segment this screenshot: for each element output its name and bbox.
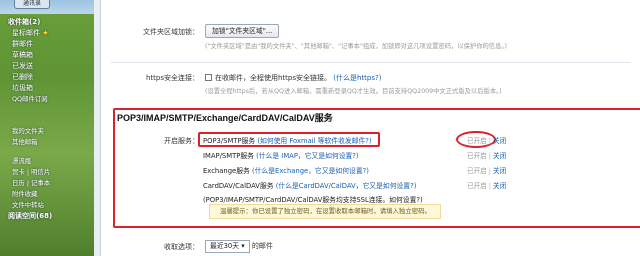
status-text: 已开启 xyxy=(467,167,487,175)
status-carddav: 已开启 | 关闭 xyxy=(467,182,507,190)
chevron-down-icon: ▾ xyxy=(241,242,245,250)
sidebar-item-label: 星标邮件 xyxy=(12,29,40,37)
close-link[interactable]: 关闭 xyxy=(493,167,506,175)
independent-password-tip: 温馨提示：你已设置了独立密码，在设置收取本邮箱时，请填入独立密码。 xyxy=(209,204,441,219)
service-name: POP3/SMTP服务 xyxy=(203,137,256,145)
service-help-link[interactable]: (什么是Exchange，它又是如何设置?) xyxy=(252,167,369,175)
close-link[interactable]: 关闭 xyxy=(493,182,506,190)
service-exchange: Exchange服务 (什么是Exchange，它又是如何设置?) xyxy=(203,165,369,175)
status-text: 已开启 xyxy=(467,152,487,160)
settings-panel: 文件夹区域加锁： 加锁"文件夹区域"... ("文件夹区域"是由"我的文件夹"、… xyxy=(100,0,640,256)
my-folder-list: 我的文件夹 其他邮箱 xyxy=(0,126,94,148)
sidebar-item-file-transfer[interactable]: 文件中转站 xyxy=(0,200,94,211)
service-help-link[interactable]: (什么是 IMAP，它又是如何设置?) xyxy=(256,152,358,160)
https-checkbox-text: 在收邮件，全程使用https安全链接。 xyxy=(215,74,332,82)
enable-service-label: 开启服务： xyxy=(164,137,199,145)
star-icon: ★ xyxy=(42,29,49,37)
sidebar-item-spam[interactable]: 垃圾箱 xyxy=(0,83,94,94)
service-name: CardDAV/CalDAV服务 xyxy=(203,182,274,190)
sidebar-item-subscriptions[interactable]: QQ邮件订阅 xyxy=(0,94,94,105)
service-imap: IMAP/SMTP服务 (什么是 IMAP，它又是如何设置?) xyxy=(203,150,359,160)
sidebar-item-drafts[interactable]: 草稿箱 xyxy=(0,50,94,61)
folder-lock-button[interactable]: 加锁"文件夹区域"... xyxy=(205,24,280,38)
service-help-link[interactable]: (什么是CardDAV/CalDAV，它又是如何设置?) xyxy=(276,182,417,190)
sidebar-item-group-mail[interactable]: 群邮件 xyxy=(0,39,94,50)
service-name: Exchange服务 xyxy=(203,167,250,175)
status-text: 已开启 xyxy=(467,182,487,190)
status-pop3: 已开启 | 关闭 xyxy=(467,137,507,145)
sidebar-item-reading[interactable]: 阅读空间(68) xyxy=(0,211,94,222)
fetch-suffix: 的邮件 xyxy=(251,242,273,250)
fetch-range-select[interactable]: 最近30天 ▾ xyxy=(205,240,250,253)
sidebar-item-sent[interactable]: 已发送 xyxy=(0,61,94,72)
sidebar-item-cards[interactable]: 贺卡 | 明信片 xyxy=(0,167,94,178)
sidebar-item-my-folders[interactable]: 我的文件夹 xyxy=(0,126,94,137)
service-help-link[interactable]: (如何使用 Foxmail 等软件收发邮件?) xyxy=(257,137,371,145)
fetch-range-value: 最近30天 xyxy=(210,242,240,250)
sidebar-item-bottle[interactable]: 漂流瓶 xyxy=(0,156,94,167)
https-hint: (设置全程https后，若从QQ进入邮箱，需重新登录QQ才生效。目前支持QQ20… xyxy=(205,88,502,95)
folder-list: 收件箱(2) 星标邮件 ★ 群邮件 草稿箱 已发送 已删除 垃圾箱 QQ邮件订阅 xyxy=(0,17,94,105)
pop-section-title: POP3/IMAP/SMTP/Exchange/CardDAV/CalDAV服务 xyxy=(117,113,333,123)
sidebar: 通讯录 收件箱(2) 星标邮件 ★ 群邮件 草稿箱 已发送 已删除 垃圾箱 QQ… xyxy=(0,0,94,256)
divider xyxy=(111,62,631,63)
https-help-link[interactable]: (什么是https?) xyxy=(333,74,381,82)
status-exchange: 已开启 | 关闭 xyxy=(467,167,507,175)
sidebar-item-deleted[interactable]: 已删除 xyxy=(0,72,94,83)
status-text: 已开启 xyxy=(467,137,487,145)
service-pop3: POP3/SMTP服务 (如何使用 Foxmail 等软件收发邮件?) xyxy=(203,135,372,145)
ssl-note: (POP3/IMAP/SMTP/CardDAV/CalDAV服务均支持SSL连接… xyxy=(203,196,423,204)
sidebar-item-starred[interactable]: 星标邮件 ★ xyxy=(0,28,94,39)
contacts-button[interactable]: 通讯录 xyxy=(14,0,50,9)
tools-list: 漂流瓶 贺卡 | 明信片 日历 | 记事本 附件收藏 文件中转站 阅读空间(68… xyxy=(0,156,94,222)
folder-lock-label: 文件夹区域加锁： xyxy=(143,28,199,36)
sidebar-item-inbox[interactable]: 收件箱(2) xyxy=(0,17,94,28)
status-imap: 已开启 | 关闭 xyxy=(467,152,507,160)
close-link[interactable]: 关闭 xyxy=(493,137,506,145)
folder-lock-hint: ("文件夹区域"是由"我的文件夹"、"其他邮箱"、"记事本"组成，加锁即对这几项… xyxy=(205,43,507,50)
close-link[interactable]: 关闭 xyxy=(493,152,506,160)
https-label: https安全连接： xyxy=(145,74,199,82)
sidebar-item-attachments[interactable]: 附件收藏 xyxy=(0,189,94,200)
https-checkbox[interactable] xyxy=(205,74,212,81)
fetch-label: 收取选项： xyxy=(164,243,199,251)
service-name: IMAP/SMTP服务 xyxy=(203,152,254,160)
sidebar-item-other-mail[interactable]: 其他邮箱 xyxy=(0,137,94,148)
service-carddav: CardDAV/CalDAV服务 (什么是CardDAV/CalDAV，它又是如… xyxy=(203,180,416,190)
sidebar-item-calendar[interactable]: 日历 | 记事本 xyxy=(0,178,94,189)
